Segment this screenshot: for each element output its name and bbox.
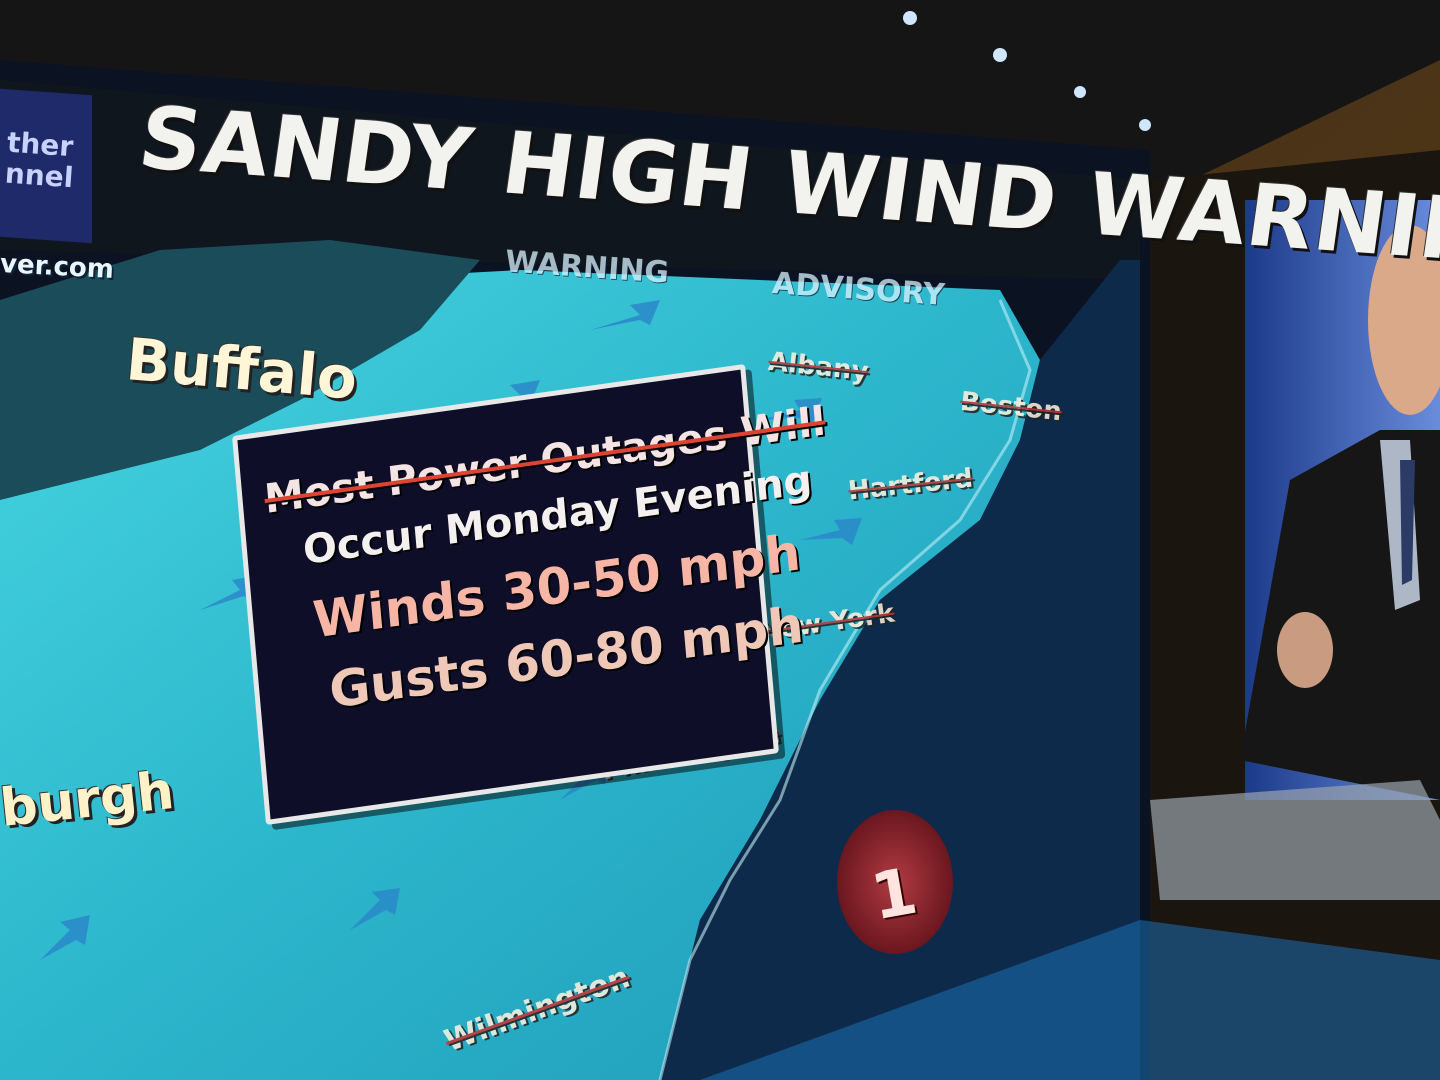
website-url: ver.com: [0, 249, 115, 285]
network-logo-text: ther nnel: [3, 125, 75, 195]
info-box: Most Power Outages Will Occur Monday Eve…: [232, 363, 827, 826]
lectern: [1150, 780, 1440, 900]
